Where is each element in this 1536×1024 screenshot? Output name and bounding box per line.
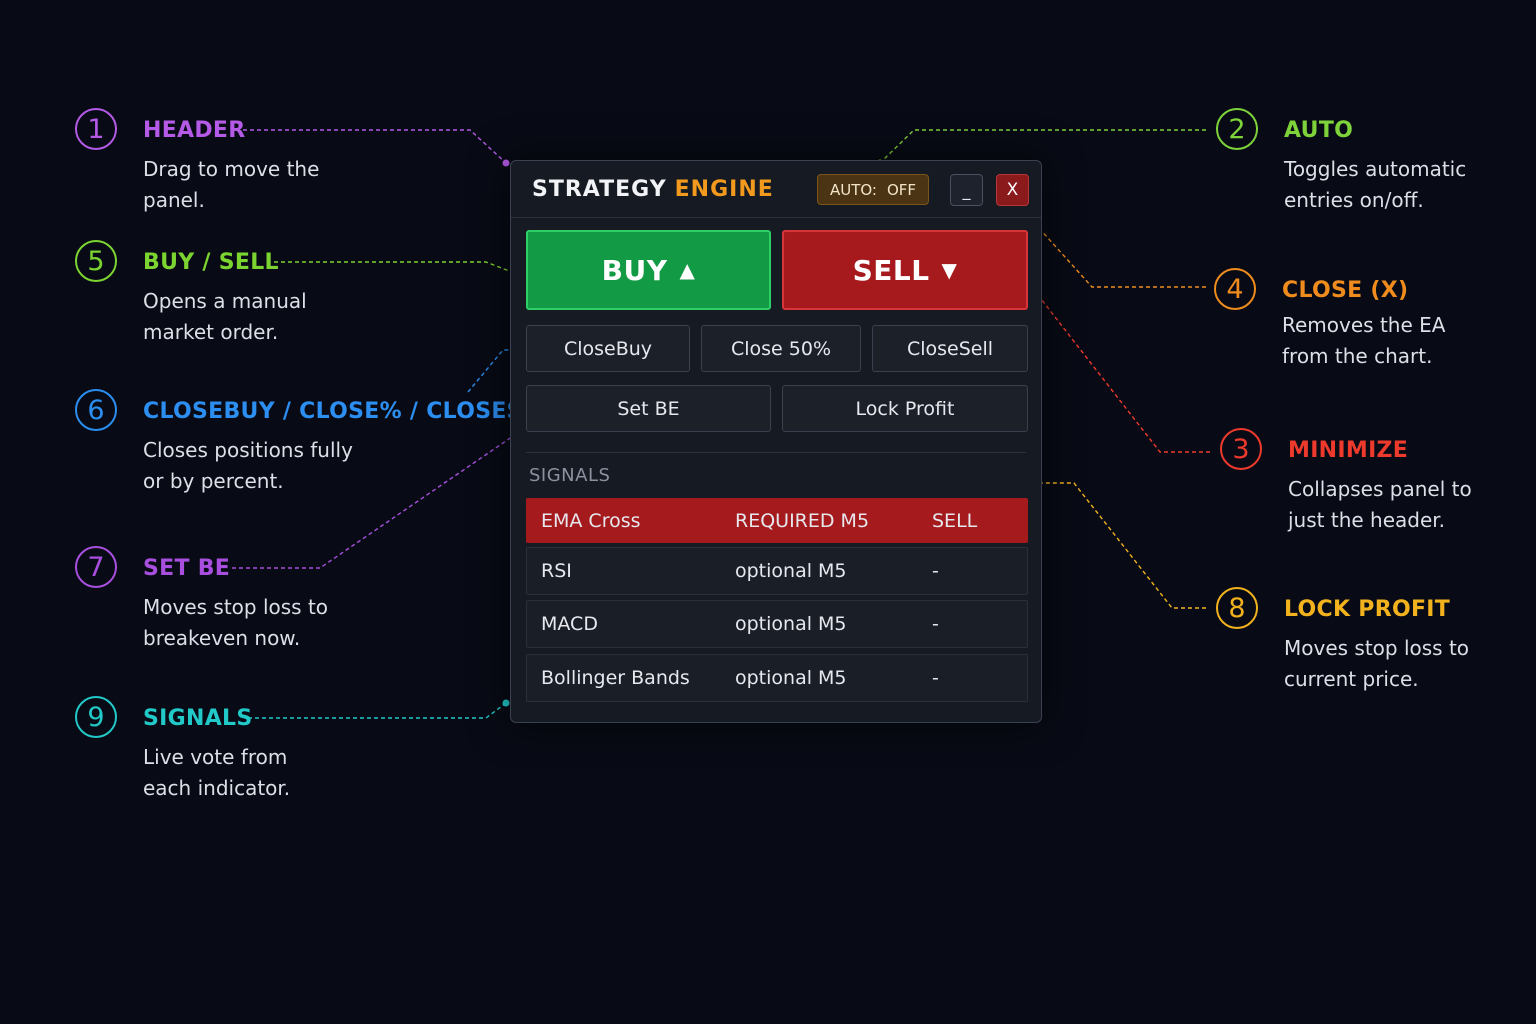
signal-requirement: optional M5 <box>735 560 847 582</box>
signal-row: RSI optional M5 - <box>526 547 1028 595</box>
callout-title: LOCK PROFIT <box>1284 597 1451 622</box>
callout-number: 7 <box>75 546 117 588</box>
callout-description: Drag to move the panel. <box>143 157 320 212</box>
callout-title: MINIMIZE <box>1288 438 1409 463</box>
callout-description: Collapses panel to just the header. <box>1288 477 1472 532</box>
buy-button[interactable]: BUY ▲ <box>526 230 771 310</box>
minimize-button[interactable]: _ <box>950 174 983 206</box>
panel-title-engine: ENGINE <box>674 177 774 202</box>
panel-title-strategy: STRATEGY <box>532 177 667 202</box>
signal-vote: - <box>932 613 939 635</box>
callout-title: SET BE <box>143 556 231 581</box>
callout-number: 1 <box>75 108 117 150</box>
callout-number: 2 <box>1216 108 1258 150</box>
callout-title: SIGNALS <box>143 706 253 731</box>
callout-number: 9 <box>75 696 117 738</box>
connector-buy-sell <box>274 261 523 277</box>
callout-description: Moves stop loss to current price. <box>1284 636 1470 691</box>
lock-profit-button[interactable]: Lock Profit <box>782 385 1028 432</box>
callout-number: 8 <box>1216 587 1258 629</box>
auto-label: AUTO: <box>829 180 877 199</box>
divider <box>526 452 1026 453</box>
callout-title: CLOSEBUY / CLOSE% / CLOSESELL <box>143 399 567 424</box>
signal-row: EMA Cross REQUIRED M5 SELL <box>526 498 1028 543</box>
callout-title: AUTO <box>1284 118 1354 143</box>
callout-number: 4 <box>1214 268 1256 310</box>
signal-requirement: optional M5 <box>735 667 847 689</box>
sell-button[interactable]: SELL ▼ <box>782 230 1028 310</box>
down-arrow-icon: ▼ <box>941 258 958 282</box>
callout-title: CLOSE (X) <box>1282 278 1409 303</box>
signal-vote: SELL <box>932 509 978 532</box>
signal-name: RSI <box>541 560 572 582</box>
auto-state: OFF <box>886 180 917 199</box>
panel-title: STRATEGY ENGINE <box>532 177 774 202</box>
up-arrow-icon: ▲ <box>679 258 696 282</box>
callout-description: Moves stop loss to breakeven now. <box>143 595 329 650</box>
close-50-button[interactable]: Close 50% <box>701 325 861 372</box>
connector-close-x <box>1019 206 1206 288</box>
connector-dot-signals <box>502 699 510 707</box>
signal-requirement: REQUIRED M5 <box>735 509 870 532</box>
callout-title: HEADER <box>143 118 246 143</box>
auto-toggle-button[interactable]: AUTO: OFF <box>817 174 929 205</box>
signal-name: MACD <box>541 613 598 635</box>
signal-requirement: optional M5 <box>735 613 847 635</box>
callout-description: Live vote from each indicator. <box>143 745 291 800</box>
callout-number: 6 <box>75 389 117 431</box>
set-be-button[interactable]: Set BE <box>526 385 771 432</box>
sell-label: SELL <box>852 253 930 287</box>
strategy-engine-panel: STRATEGY ENGINE AUTO: OFF _ X BUY ▲ SELL … <box>510 160 1042 723</box>
callout-description: Toggles automatic entries on/off. <box>1284 157 1467 212</box>
signal-vote: - <box>932 560 939 582</box>
signal-name: EMA Cross <box>541 509 641 532</box>
buy-label: BUY <box>601 253 668 287</box>
callout-number: 5 <box>75 240 117 282</box>
connector-signals <box>248 702 507 719</box>
signal-name: Bollinger Bands <box>541 667 690 689</box>
signal-vote: - <box>932 667 939 689</box>
connector-dot-header <box>502 159 510 167</box>
close-sell-button[interactable]: CloseSell <box>872 325 1028 372</box>
close-buy-button[interactable]: CloseBuy <box>526 325 690 372</box>
callout-description: Opens a manual market order. <box>143 289 307 344</box>
callout-number: 3 <box>1220 428 1262 470</box>
signals-heading: SIGNALS <box>529 465 611 486</box>
close-button[interactable]: X <box>996 174 1029 206</box>
callout-description: Removes the EA from the chart. <box>1282 313 1446 368</box>
callout-title: BUY / SELL <box>143 250 279 275</box>
connector-auto <box>879 129 1206 164</box>
signal-row: Bollinger Bands optional M5 - <box>526 654 1028 702</box>
signal-row: MACD optional M5 - <box>526 600 1028 648</box>
panel-header[interactable]: STRATEGY ENGINE AUTO: OFF _ X <box>511 161 1041 218</box>
callout-description: Closes positions fully or by percent. <box>143 438 353 493</box>
